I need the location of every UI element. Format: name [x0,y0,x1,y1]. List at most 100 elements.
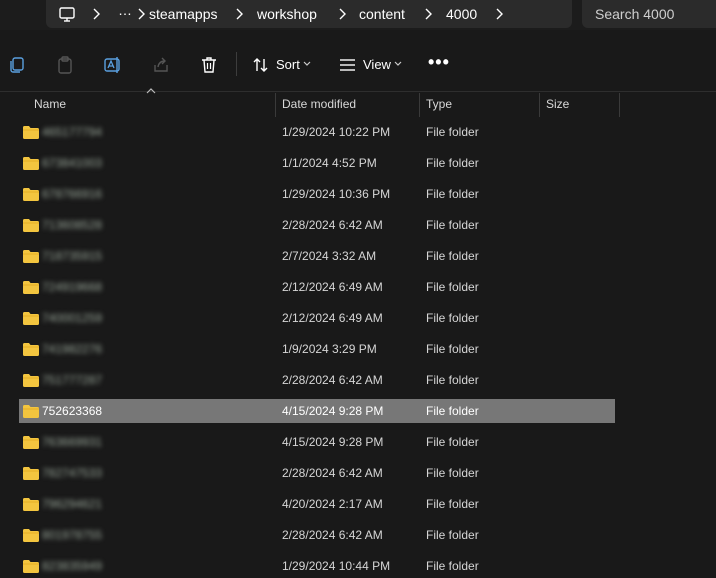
column-header-row: Name Date modified Type Size [0,88,716,117]
folder-icon [23,374,39,387]
breadcrumb-item[interactable]: content [359,6,405,22]
file-date-modified: 1/29/2024 10:44 PM [282,559,391,573]
more-options-button[interactable]: ••• [428,53,450,71]
file-date-modified: 2/12/2024 6:49 AM [282,311,383,325]
table-row[interactable]: 673841003 1/1/2024 4:52 PM File folder [19,151,615,175]
chevron-right-icon[interactable] [91,7,101,21]
paste-icon[interactable] [55,55,75,75]
sort-ascending-icon [146,88,156,94]
table-row[interactable]: 823835949 1/29/2024 10:44 PM File folder [19,554,615,578]
chevron-down-icon[interactable] [303,61,311,67]
file-date-modified: 1/9/2024 3:29 PM [282,342,377,356]
file-name[interactable]: 763669931 [42,435,102,449]
file-name[interactable]: 752623368 [42,404,102,418]
file-type: File folder [426,249,479,263]
view-button[interactable]: View [363,57,391,72]
search-placeholder: Search 4000 [595,6,675,22]
file-date-modified: 1/29/2024 10:22 PM [282,125,391,139]
file-date-modified: 2/28/2024 6:42 AM [282,528,383,542]
file-date-modified: 2/28/2024 6:42 AM [282,218,383,232]
file-type: File folder [426,125,479,139]
breadcrumb-item[interactable]: workshop [257,6,317,22]
file-date-modified: 4/15/2024 9:28 PM [282,404,384,418]
folder-icon [23,405,39,418]
file-name[interactable]: 741982276 [42,342,102,356]
delete-icon[interactable] [199,55,219,75]
table-row[interactable]: 678766916 1/29/2024 10:36 PM File folder [19,182,615,206]
column-header-date[interactable]: Date modified [282,97,356,111]
file-date-modified: 1/29/2024 10:36 PM [282,187,391,201]
sort-icon[interactable] [251,55,271,75]
file-date-modified: 1/1/2024 4:52 PM [282,156,377,170]
column-divider[interactable] [275,93,276,117]
share-icon[interactable] [151,55,171,75]
file-type: File folder [426,528,479,542]
table-row[interactable]: 465177794 1/29/2024 10:22 PM File folder [19,120,615,144]
folder-icon [23,498,39,511]
monitor-icon[interactable] [58,5,76,23]
sort-button[interactable]: Sort [276,57,300,72]
file-type: File folder [426,373,479,387]
column-divider[interactable] [539,93,540,117]
view-icon[interactable] [338,55,358,75]
chevron-right-icon[interactable] [234,7,244,21]
file-name[interactable]: 796294621 [42,497,102,511]
copy-icon[interactable] [7,55,27,75]
table-row[interactable]: 796294621 4/20/2024 2:17 AM File folder [19,492,615,516]
file-name[interactable]: 673841003 [42,156,102,170]
table-row[interactable]: 782747533 2/28/2024 6:42 AM File folder [19,461,615,485]
breadcrumb-overflow[interactable]: … [118,2,133,18]
table-row[interactable]: 752623368 4/15/2024 9:28 PM File folder [19,399,615,423]
file-name[interactable]: 782747533 [42,466,102,480]
folder-icon [23,219,39,232]
file-type: File folder [426,435,479,449]
table-row[interactable]: 763669931 4/15/2024 9:28 PM File folder [19,430,615,454]
file-date-modified: 4/20/2024 2:17 AM [282,497,383,511]
table-row[interactable]: 801978755 2/28/2024 6:42 AM File folder [19,523,615,547]
file-type: File folder [426,466,479,480]
chevron-right-icon[interactable] [337,7,347,21]
file-name[interactable]: 678766916 [42,187,102,201]
folder-icon [23,529,39,542]
file-date-modified: 2/7/2024 3:32 AM [282,249,377,263]
address-bar: … steamapps workshop content 4000 Search… [0,0,716,30]
command-bar: Sort View ••• [0,30,716,92]
file-date-modified: 2/28/2024 6:42 AM [282,373,383,387]
file-type: File folder [426,342,479,356]
toolbar-divider [236,52,237,76]
chevron-right-icon[interactable] [423,7,433,21]
column-divider[interactable] [419,93,420,117]
file-type: File folder [426,187,479,201]
table-row[interactable]: 741982276 1/9/2024 3:29 PM File folder [19,337,615,361]
file-type: File folder [426,218,479,232]
file-name[interactable]: 713608528 [42,218,102,232]
file-type: File folder [426,156,479,170]
rename-icon[interactable] [103,55,123,75]
breadcrumb-item[interactable]: 4000 [446,6,477,22]
column-header-name[interactable]: Name [34,97,66,111]
breadcrumb[interactable]: … steamapps workshop content 4000 [46,0,572,28]
table-row[interactable]: 740001259 2/12/2024 6:49 AM File folder [19,306,615,330]
column-header-size[interactable]: Size [546,97,569,111]
file-name[interactable]: 823835949 [42,559,102,573]
column-header-type[interactable]: Type [426,97,452,111]
file-name[interactable]: 801978755 [42,528,102,542]
search-input[interactable]: Search 4000 [582,0,716,28]
table-row[interactable]: 751777287 2/28/2024 6:42 AM File folder [19,368,615,392]
folder-icon [23,126,39,139]
file-name[interactable]: 751777287 [42,373,102,387]
chevron-right-icon[interactable] [136,7,146,21]
table-row[interactable]: 724919668 2/12/2024 6:49 AM File folder [19,275,615,299]
file-name[interactable]: 718735915 [42,249,102,263]
chevron-down-icon[interactable] [394,61,402,67]
folder-icon [23,467,39,480]
file-name[interactable]: 465177794 [42,125,102,139]
file-name[interactable]: 724919668 [42,280,102,294]
column-divider[interactable] [619,93,620,117]
file-name[interactable]: 740001259 [42,311,102,325]
table-row[interactable]: 718735915 2/7/2024 3:32 AM File folder [19,244,615,268]
breadcrumb-item[interactable]: steamapps [149,6,217,22]
table-row[interactable]: 713608528 2/28/2024 6:42 AM File folder [19,213,615,237]
folder-icon [23,560,39,573]
chevron-right-icon[interactable] [494,7,504,21]
